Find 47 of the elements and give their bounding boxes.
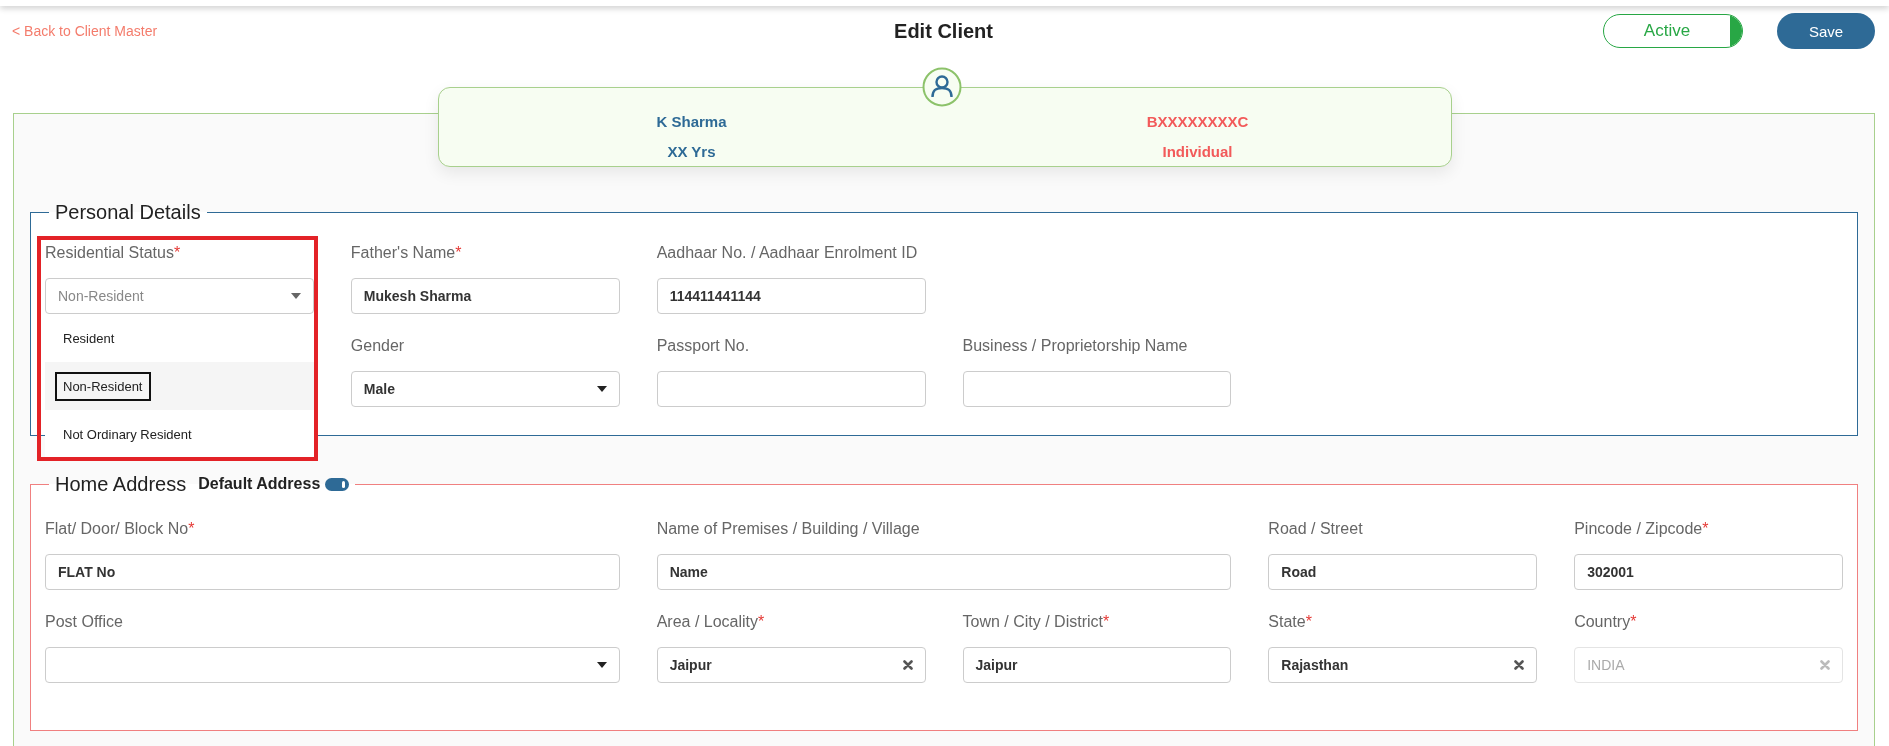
client-name: K Sharma bbox=[656, 112, 727, 130]
input-field[interactable]: Mukesh Sharma bbox=[350, 278, 620, 314]
client-age: XX Yrs bbox=[667, 142, 716, 160]
field-label: Passport No. bbox=[656, 336, 751, 356]
field-label: Father's Name* bbox=[350, 243, 463, 263]
field-label: Business / Proprietorship Name bbox=[962, 336, 1189, 356]
field-label: State* bbox=[1268, 612, 1313, 632]
caret-icon bbox=[290, 293, 301, 299]
field-label: Area / Locality* bbox=[656, 612, 766, 632]
input-field[interactable]: FLAT No bbox=[45, 554, 620, 590]
dropdown-option[interactable]: Not Ordinary Resident bbox=[45, 410, 314, 458]
input-field[interactable] bbox=[656, 371, 926, 407]
input-field[interactable]: 302001 bbox=[1574, 554, 1843, 590]
client-id: BXXXXXXXXC bbox=[1146, 112, 1249, 130]
save-button[interactable]: Save bbox=[1777, 13, 1875, 49]
caret-icon bbox=[596, 662, 607, 668]
default-address-toggle[interactable] bbox=[325, 477, 350, 491]
page-title: Edit Client bbox=[894, 19, 993, 43]
section-title: Personal Details bbox=[55, 200, 201, 224]
caret-icon bbox=[596, 386, 607, 392]
section-title: Home Address bbox=[55, 472, 187, 496]
dropdown-option[interactable]: Resident bbox=[45, 314, 314, 362]
field-label: Post Office bbox=[45, 612, 124, 632]
select-field[interactable]: Male bbox=[350, 371, 620, 407]
toggle-label: Default Address bbox=[198, 474, 321, 494]
field-label: Residential Status* bbox=[45, 243, 182, 263]
clear-icon[interactable] bbox=[1514, 660, 1525, 670]
field-label: Pincode / Zipcode* bbox=[1574, 519, 1710, 539]
client-type: Individual bbox=[1162, 142, 1233, 160]
input-field[interactable]: 114411441144 bbox=[656, 278, 926, 314]
field-label: Gender bbox=[350, 336, 406, 356]
dropdown-option[interactable]: Non-Resident bbox=[45, 362, 314, 410]
input-field[interactable] bbox=[962, 371, 1232, 407]
select-field[interactable] bbox=[45, 647, 620, 683]
field-label: Town / City / District* bbox=[962, 612, 1111, 632]
input-field[interactable]: Jaipur bbox=[656, 647, 926, 683]
field-label: Name of Premises / Building / Village bbox=[656, 519, 921, 539]
input-field[interactable]: Name bbox=[656, 554, 1232, 590]
input-field[interactable]: Road bbox=[1268, 554, 1538, 590]
select-field[interactable]: Non-Resident bbox=[45, 278, 314, 314]
field-label: Flat/ Door/ Block No* bbox=[45, 519, 196, 539]
field-label: Country* bbox=[1574, 612, 1638, 632]
input-field[interactable]: Rajasthan bbox=[1268, 647, 1538, 683]
field-label: Aadhaar No. / Aadhaar Enrolment ID bbox=[656, 243, 919, 263]
field-label: Road / Street bbox=[1268, 519, 1364, 539]
clear-icon[interactable] bbox=[902, 660, 913, 670]
input-field[interactable]: Jaipur bbox=[962, 647, 1232, 683]
